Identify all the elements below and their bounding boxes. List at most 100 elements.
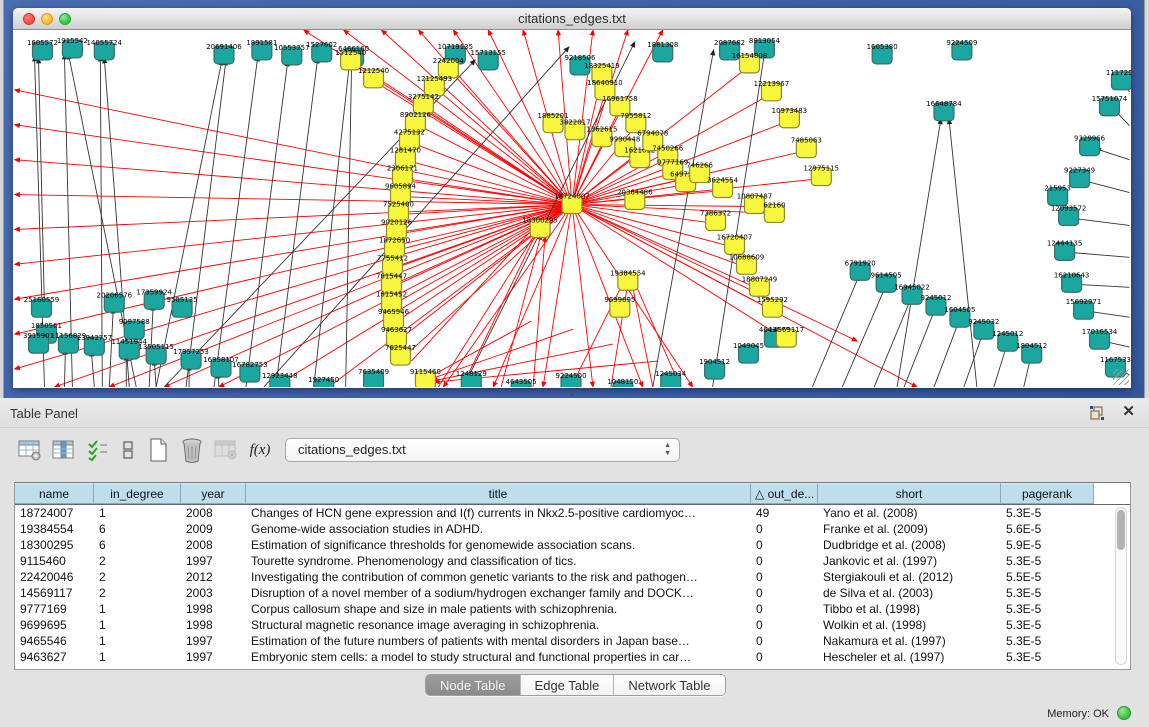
graph-node[interactable]: 9115460 — [410, 368, 441, 387]
graph-node[interactable]: 17016534 — [1082, 328, 1118, 349]
table-row[interactable]: 1938455462009Genome-wide association stu… — [15, 521, 1130, 537]
graph-node[interactable]: 1527602 — [306, 41, 337, 62]
memory-ok-indicator-icon[interactable] — [1117, 706, 1131, 720]
svg-text:9115460: 9115460 — [410, 368, 441, 376]
graph-node[interactable]: 1891581 — [246, 39, 277, 60]
graph-node[interactable]: 25160559 — [24, 296, 59, 317]
table-row[interactable]: 977716911998Corpus callosum shape and si… — [15, 601, 1130, 617]
graph-node[interactable]: 1117253 — [1106, 69, 1131, 90]
graph-node[interactable]: 16210643 — [1054, 271, 1089, 292]
graph-node[interactable]: 1904512 — [699, 358, 730, 379]
svg-text:12093572: 12093572 — [1051, 204, 1086, 212]
cell-short: Yano et al. (2008) — [818, 505, 1001, 521]
svg-text:7625447: 7625447 — [385, 344, 416, 352]
column-header-year[interactable]: year — [181, 483, 246, 504]
cell-pagerank: 5.3E-5 — [1001, 617, 1094, 633]
row-height-icon[interactable] — [114, 436, 142, 464]
graph-node[interactable]: 1804512 — [1016, 342, 1047, 363]
graph-node[interactable]: 1048150 — [607, 378, 638, 387]
vertical-scrollbar[interactable] — [1115, 507, 1127, 665]
graph-node[interactable]: 1605380 — [867, 43, 898, 64]
column-header-in_degree[interactable]: in_degree — [94, 483, 181, 504]
float-window-icon[interactable] — [1089, 405, 1105, 421]
column-header-short[interactable]: short — [818, 483, 1001, 504]
graph-node[interactable]: 14055724 — [87, 39, 123, 60]
graph-node[interactable]: 1915542 — [57, 37, 88, 58]
network-region: citations_edges.txt 16055721915542140557… — [0, 0, 1149, 398]
network-canvas[interactable]: 1605572191554214055724 206914061891581105… — [13, 30, 1131, 387]
graph-node[interactable]: 1049045 — [733, 342, 764, 363]
column-header-title[interactable]: title — [246, 483, 751, 504]
graph-node[interactable]: 9224509 — [946, 39, 977, 60]
graph-node[interactable]: 1248129 — [456, 370, 487, 387]
network-window-titlebar[interactable]: citations_edges.txt — [13, 8, 1131, 30]
delete-table-icon[interactable] — [178, 436, 206, 464]
svg-text:6794078: 6794078 — [637, 130, 668, 138]
graph-node[interactable]: 9699695 — [604, 296, 635, 317]
graph-node[interactable]: 12093572 — [1051, 204, 1086, 225]
graph-node[interactable]: 1605572 — [27, 39, 58, 60]
graph-node[interactable]: 19384554 — [610, 269, 646, 290]
graph-node[interactable]: 10688609 — [729, 253, 764, 274]
graph-node[interactable]: 10553257 — [274, 44, 309, 65]
table-row[interactable]: 1830029562008Estimation of significance … — [15, 537, 1130, 553]
table-row[interactable]: 946554611997Estimation of the future num… — [15, 633, 1130, 649]
graph-node[interactable]: 3624554 — [707, 177, 739, 198]
select-rows-icon[interactable] — [84, 436, 112, 464]
graph-node[interactable]: 15713155 — [470, 49, 505, 70]
graph-node[interactable]: 7635409 — [358, 368, 389, 387]
graph-node[interactable]: 13942757 — [77, 334, 112, 355]
window-resize-grip[interactable] — [1113, 369, 1129, 385]
function-builder-icon[interactable]: f(x) — [246, 436, 274, 464]
graph-node[interactable]: 13505115 — [138, 343, 173, 364]
tab-edge-table[interactable]: Edge Table — [521, 675, 615, 695]
graph-node[interactable]: 10973483 — [772, 107, 807, 128]
graph-node[interactable]: 7485063 — [791, 137, 822, 158]
table-row[interactable]: 1872400712008Changes of HCN gene express… — [15, 505, 1130, 521]
column-layout-icon[interactable] — [50, 436, 78, 464]
table-select-dropdown[interactable]: citations_edges.txt ▲▼ — [285, 438, 680, 462]
graph-node[interactable]: 1927450 — [308, 376, 339, 387]
graph-node[interactable]: 16648784 — [926, 100, 962, 121]
table-row[interactable]: 911546021997Tourette syndrome. Phenomeno… — [15, 553, 1130, 569]
graph-node[interactable]: 7625447 — [385, 344, 416, 365]
cell-pagerank: 5.6E-5 — [1001, 521, 1094, 537]
graph-node[interactable]: 18807249 — [742, 275, 777, 296]
svg-text:2087682: 2087682 — [714, 39, 745, 47]
graph-node[interactable]: 9224500 — [555, 372, 586, 387]
svg-text:14569117: 14569117 — [769, 326, 804, 334]
nodes-layer: 1605572191554214055724 206914061891581105… — [23, 37, 1131, 387]
svg-text:7386372: 7386372 — [700, 209, 731, 217]
graph-node[interactable]: 62160 — [763, 202, 785, 223]
dropdown-arrows-icon: ▲▼ — [664, 442, 671, 458]
table-settings-icon[interactable] — [16, 436, 44, 464]
table-panel-header: Table Panel ✕ — [0, 398, 1149, 428]
cell-year: 1998 — [181, 601, 246, 617]
cell-out_degree: 0 — [751, 649, 818, 665]
graph-node[interactable]: 12444135 — [1047, 239, 1082, 260]
new-table-icon[interactable] — [144, 436, 172, 464]
graph-node[interactable]: 15751074 — [1092, 95, 1128, 116]
tab-network-table[interactable]: Network Table — [614, 675, 724, 695]
tab-node-table[interactable]: Node Table — [426, 675, 521, 695]
graph-node[interactable]: 9097588 — [119, 318, 150, 339]
graph-node[interactable]: 215953 — [1044, 185, 1071, 206]
graph-node[interactable]: 12975115 — [804, 165, 839, 186]
graph-node[interactable]: 7386372 — [700, 209, 731, 230]
graph-node[interactable]: 12923448 — [262, 372, 297, 387]
graph-node[interactable]: 20691406 — [206, 43, 241, 64]
table-row[interactable]: 969969511998Structural magnetic resonanc… — [15, 617, 1130, 633]
graph-node[interactable]: 1245034 — [655, 370, 687, 387]
table-row[interactable]: 1456911722003Disruption of a novel membe… — [15, 585, 1130, 601]
table-row[interactable]: 946362711997Embryonic stem cells: a mode… — [15, 649, 1130, 665]
graph-node[interactable]: 1595292 — [757, 296, 788, 317]
graph-node[interactable]: 15692971 — [1066, 298, 1101, 319]
column-header-name[interactable]: name — [15, 483, 94, 504]
column-header-out_degree[interactable]: △ out_de... — [751, 483, 818, 504]
close-icon[interactable]: ✕ — [1122, 404, 1135, 420]
graph-node[interactable]: 9329966 — [1074, 135, 1105, 156]
graph-node[interactable]: 4643505 — [506, 378, 537, 387]
column-header-pagerank[interactable]: pagerank — [1001, 483, 1094, 504]
scrollbar-thumb[interactable] — [1117, 510, 1125, 550]
table-row[interactable]: 2242004622012Investigating the contribut… — [15, 569, 1130, 585]
